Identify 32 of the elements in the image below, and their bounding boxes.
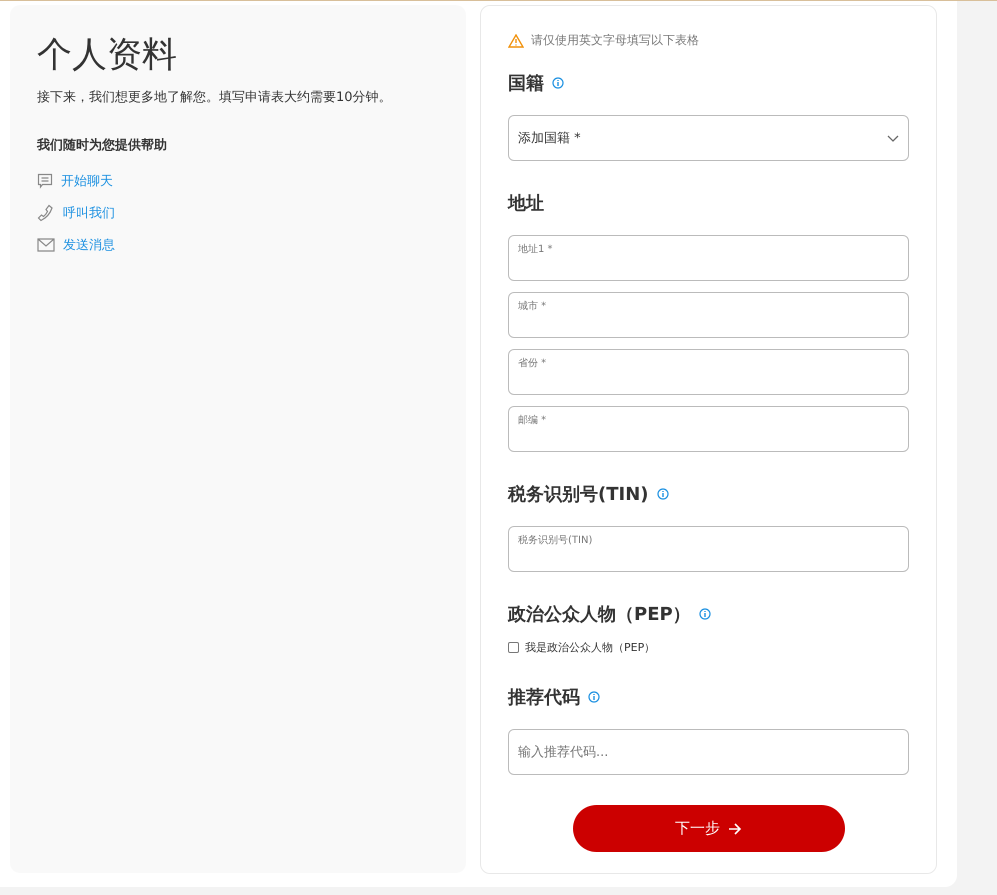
nationality-select[interactable]: 添加国籍 * bbox=[508, 115, 909, 161]
input-field[interactable]: 邮编 * bbox=[508, 406, 909, 452]
input-field[interactable]: 地址1 * bbox=[508, 235, 909, 281]
section-heading: 税务识别号(TIN) bbox=[508, 483, 648, 506]
help-link[interactable]: 开始聊天 bbox=[61, 172, 113, 190]
page-title: 个人资料 bbox=[37, 34, 178, 77]
info-icon[interactable] bbox=[552, 77, 564, 89]
help-link[interactable]: 发送消息 bbox=[63, 236, 115, 254]
arrow-right-icon bbox=[728, 822, 742, 834]
input-field[interactable]: 城市 * bbox=[508, 292, 909, 338]
input-field[interactable]: 输入推荐代码... bbox=[508, 729, 909, 775]
help-link[interactable]: 呼叫我们 bbox=[63, 204, 115, 222]
warning-icon bbox=[508, 34, 524, 48]
input-field[interactable]: 省份 * bbox=[508, 349, 909, 395]
mail-icon bbox=[37, 238, 55, 252]
chat-icon bbox=[37, 173, 53, 189]
info-icon[interactable] bbox=[656, 488, 668, 500]
help-heading: 我们随时为您提供帮助 bbox=[37, 137, 168, 154]
input-field[interactable]: 税务识别号(TIN) bbox=[508, 526, 909, 572]
section-heading: 地址 bbox=[508, 192, 544, 215]
info-icon[interactable] bbox=[698, 608, 711, 620]
phone-icon bbox=[37, 204, 55, 222]
section-heading: 推荐代码 bbox=[508, 686, 580, 709]
checkbox[interactable] bbox=[508, 642, 519, 653]
section-heading: 国籍 bbox=[508, 72, 544, 95]
chevron-down-icon bbox=[887, 134, 899, 142]
info-icon[interactable] bbox=[588, 691, 600, 703]
next-button[interactable]: 下一步 bbox=[572, 805, 844, 852]
intro-text: 接下来，我们想更多地了解您。填写申请表大约需要10分钟。 bbox=[37, 89, 393, 106]
notice-text: 请仅使用英文字母填写以下表格 bbox=[531, 32, 699, 49]
section-heading: 政治公众人物（PEP） bbox=[508, 603, 691, 626]
checkbox-label[interactable]: 我是政治公众人物（PEP） bbox=[525, 640, 656, 655]
